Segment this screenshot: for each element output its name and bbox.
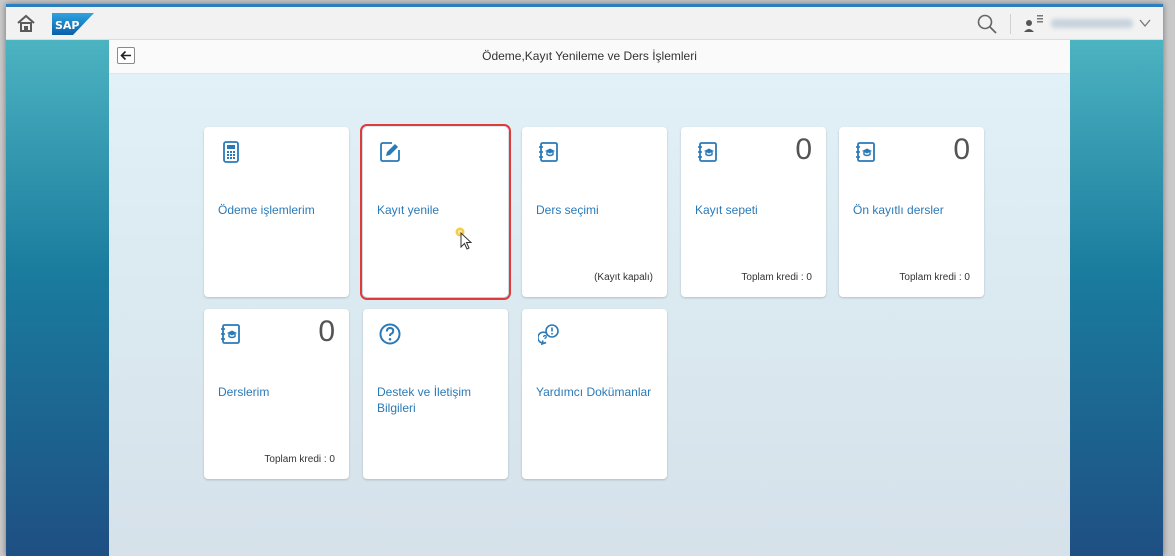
tile-title: Kayıt yenile xyxy=(377,203,440,217)
tile-title: Destek ve İletişim Bilgileri xyxy=(377,385,472,415)
edit-icon xyxy=(380,142,400,162)
mouse-cursor-icon xyxy=(455,227,473,250)
tile-count: 0 xyxy=(953,133,970,166)
tile-title: Ders seçimi xyxy=(536,203,599,217)
discussion-icon xyxy=(538,324,559,345)
tile-title: Yardımcı Dokümanlar xyxy=(536,385,652,399)
user-name-blurred[interactable] xyxy=(1051,19,1133,28)
shell-header: Ödeme,Kayıt Yenileme ve Ders İşlemleri xyxy=(109,40,1070,74)
tile-count: 0 xyxy=(795,133,812,166)
calculator-icon xyxy=(223,141,239,163)
tile-ders-secimi[interactable]: Ders seçimi (Kayıt kapalı) xyxy=(522,127,667,297)
chevron-down-icon[interactable] xyxy=(1139,17,1151,29)
tile-kayit-yenile[interactable]: Kayıt yenile xyxy=(360,124,511,300)
tile-title: Ön kayıtlı dersler xyxy=(853,203,944,217)
question-icon xyxy=(379,323,401,345)
home-icon[interactable] xyxy=(16,14,36,32)
tile-title: Derslerim xyxy=(218,385,270,399)
course-book-icon xyxy=(221,324,240,344)
tile-footer: Toplam kredi : 0 xyxy=(741,272,812,283)
user-icon[interactable] xyxy=(1023,13,1045,33)
tile-count: 0 xyxy=(318,315,335,348)
tile-title: Kayıt sepeti xyxy=(695,203,758,217)
tile-derslerim[interactable]: 0 Derslerim Toplam kredi : 0 xyxy=(204,309,349,479)
tile-destek-ve-iletisim[interactable]: Destek ve İletişim Bilgileri xyxy=(363,309,508,479)
tile-footer: Toplam kredi : 0 xyxy=(899,272,970,283)
tile-footer: (Kayıt kapalı) xyxy=(594,272,653,283)
tile-title: Ödeme işlemlerim xyxy=(218,203,315,217)
sap-logo[interactable]: SAP xyxy=(52,13,94,35)
tile-yardimci-dokumanlar[interactable]: Yardımcı Dokümanlar xyxy=(522,309,667,479)
launchpad-shell: Ödeme,Kayıt Yenileme ve Ders İşlemleri Ö… xyxy=(109,40,1070,556)
tile-odeme-islemlerim[interactable]: Ödeme işlemlerim xyxy=(204,127,349,297)
course-book-icon xyxy=(698,142,717,162)
tile-footer: Toplam kredi : 0 xyxy=(264,454,335,465)
svg-text:SAP: SAP xyxy=(55,19,80,32)
divider xyxy=(1010,14,1011,34)
course-book-icon xyxy=(539,142,558,162)
tile-on-kayitli-dersler[interactable]: 0 Ön kayıtlı dersler Toplam kredi : 0 xyxy=(839,127,984,297)
top-bar: SAP xyxy=(6,4,1163,40)
search-icon[interactable] xyxy=(976,13,998,35)
app-window: SAP Ödeme,Kayıt Yenileme ve Ders İşlemle… xyxy=(6,4,1163,556)
course-book-icon xyxy=(856,142,875,162)
tile-kayit-sepeti[interactable]: 0 Kayıt sepeti Toplam kredi : 0 xyxy=(681,127,826,297)
page-title: Ödeme,Kayıt Yenileme ve Ders İşlemleri xyxy=(482,49,697,63)
